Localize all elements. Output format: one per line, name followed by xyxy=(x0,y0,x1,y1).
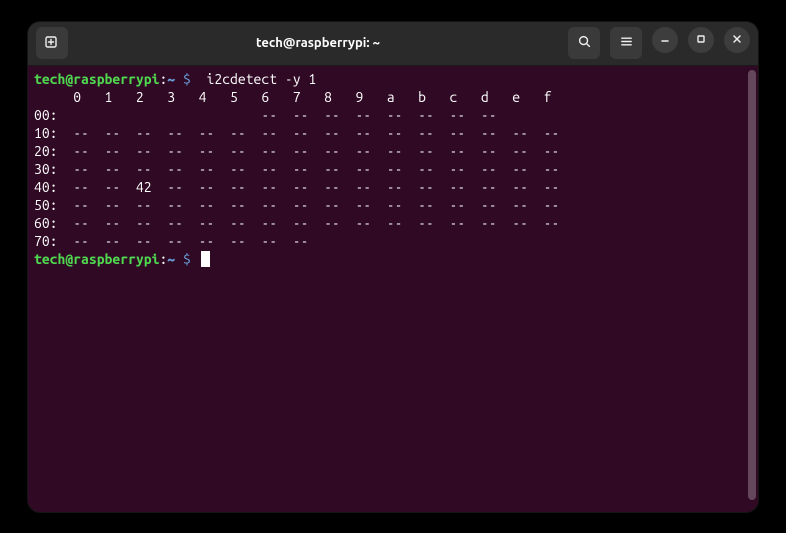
i2c-row-label: 70: xyxy=(34,233,58,249)
i2c-row-label: 10: xyxy=(34,125,58,141)
maximize-icon xyxy=(695,32,707,48)
titlebar: tech@raspberrypi: ~ xyxy=(28,22,758,66)
maximize-button[interactable] xyxy=(688,27,714,53)
terminal-body[interactable]: tech@raspberrypi:~ $ i2cdetect -y 1 0 1 … xyxy=(28,66,758,512)
i2c-row-label: 40: xyxy=(34,179,58,195)
i2c-row-label: 60: xyxy=(34,215,58,231)
titlebar-right xyxy=(568,27,750,59)
prompt-path: ~ xyxy=(167,251,175,267)
i2c-row-cells: -- -- -- -- -- -- -- -- xyxy=(58,107,497,123)
search-button[interactable] xyxy=(568,27,600,59)
command-text: i2cdetect -y 1 xyxy=(207,71,317,87)
minimize-icon xyxy=(659,32,671,48)
terminal-window: tech@raspberrypi: ~ xyxy=(28,22,758,512)
i2c-row-cells: -- -- -- -- -- -- -- -- -- -- -- -- -- -… xyxy=(58,143,560,159)
i2c-row-label: 50: xyxy=(34,197,58,213)
i2c-row-label: 30: xyxy=(34,161,58,177)
i2c-row-cells: -- -- 42 -- -- -- -- -- -- -- -- -- -- -… xyxy=(58,179,560,195)
search-icon xyxy=(577,34,592,52)
titlebar-left xyxy=(36,27,68,59)
i2c-row-label: 20: xyxy=(34,143,58,159)
new-tab-icon xyxy=(44,34,60,53)
prompt-symbol: $ xyxy=(183,71,191,87)
prompt-user-host: tech@raspberrypi xyxy=(34,251,159,267)
i2c-row-cells: -- -- -- -- -- -- -- -- -- -- -- -- -- -… xyxy=(58,161,560,177)
terminal-content: tech@raspberrypi:~ $ i2cdetect -y 1 0 1 … xyxy=(34,70,752,268)
menu-button[interactable] xyxy=(610,27,642,59)
new-tab-button[interactable] xyxy=(36,27,68,59)
i2c-row-label: 00: xyxy=(34,107,58,123)
window-title: tech@raspberrypi: ~ xyxy=(68,36,568,50)
scrollbar[interactable] xyxy=(748,70,756,500)
i2c-row-cells: -- -- -- -- -- -- -- -- -- -- -- -- -- -… xyxy=(58,197,560,213)
prompt-user-host: tech@raspberrypi xyxy=(34,71,159,87)
i2c-header: 0 1 2 3 4 5 6 7 8 9 a b c d e f xyxy=(34,89,551,105)
prompt-path: ~ xyxy=(167,71,175,87)
minimize-button[interactable] xyxy=(652,27,678,53)
i2c-row-cells: -- -- -- -- -- -- -- -- -- -- -- -- -- -… xyxy=(58,215,560,231)
hamburger-icon xyxy=(619,34,634,52)
close-button[interactable] xyxy=(724,27,750,53)
i2c-row-cells: -- -- -- -- -- -- -- -- xyxy=(58,233,309,249)
prompt-symbol: $ xyxy=(183,251,191,267)
cursor xyxy=(201,251,210,267)
close-icon xyxy=(731,32,743,48)
i2c-row-cells: -- -- -- -- -- -- -- -- -- -- -- -- -- -… xyxy=(58,125,560,141)
